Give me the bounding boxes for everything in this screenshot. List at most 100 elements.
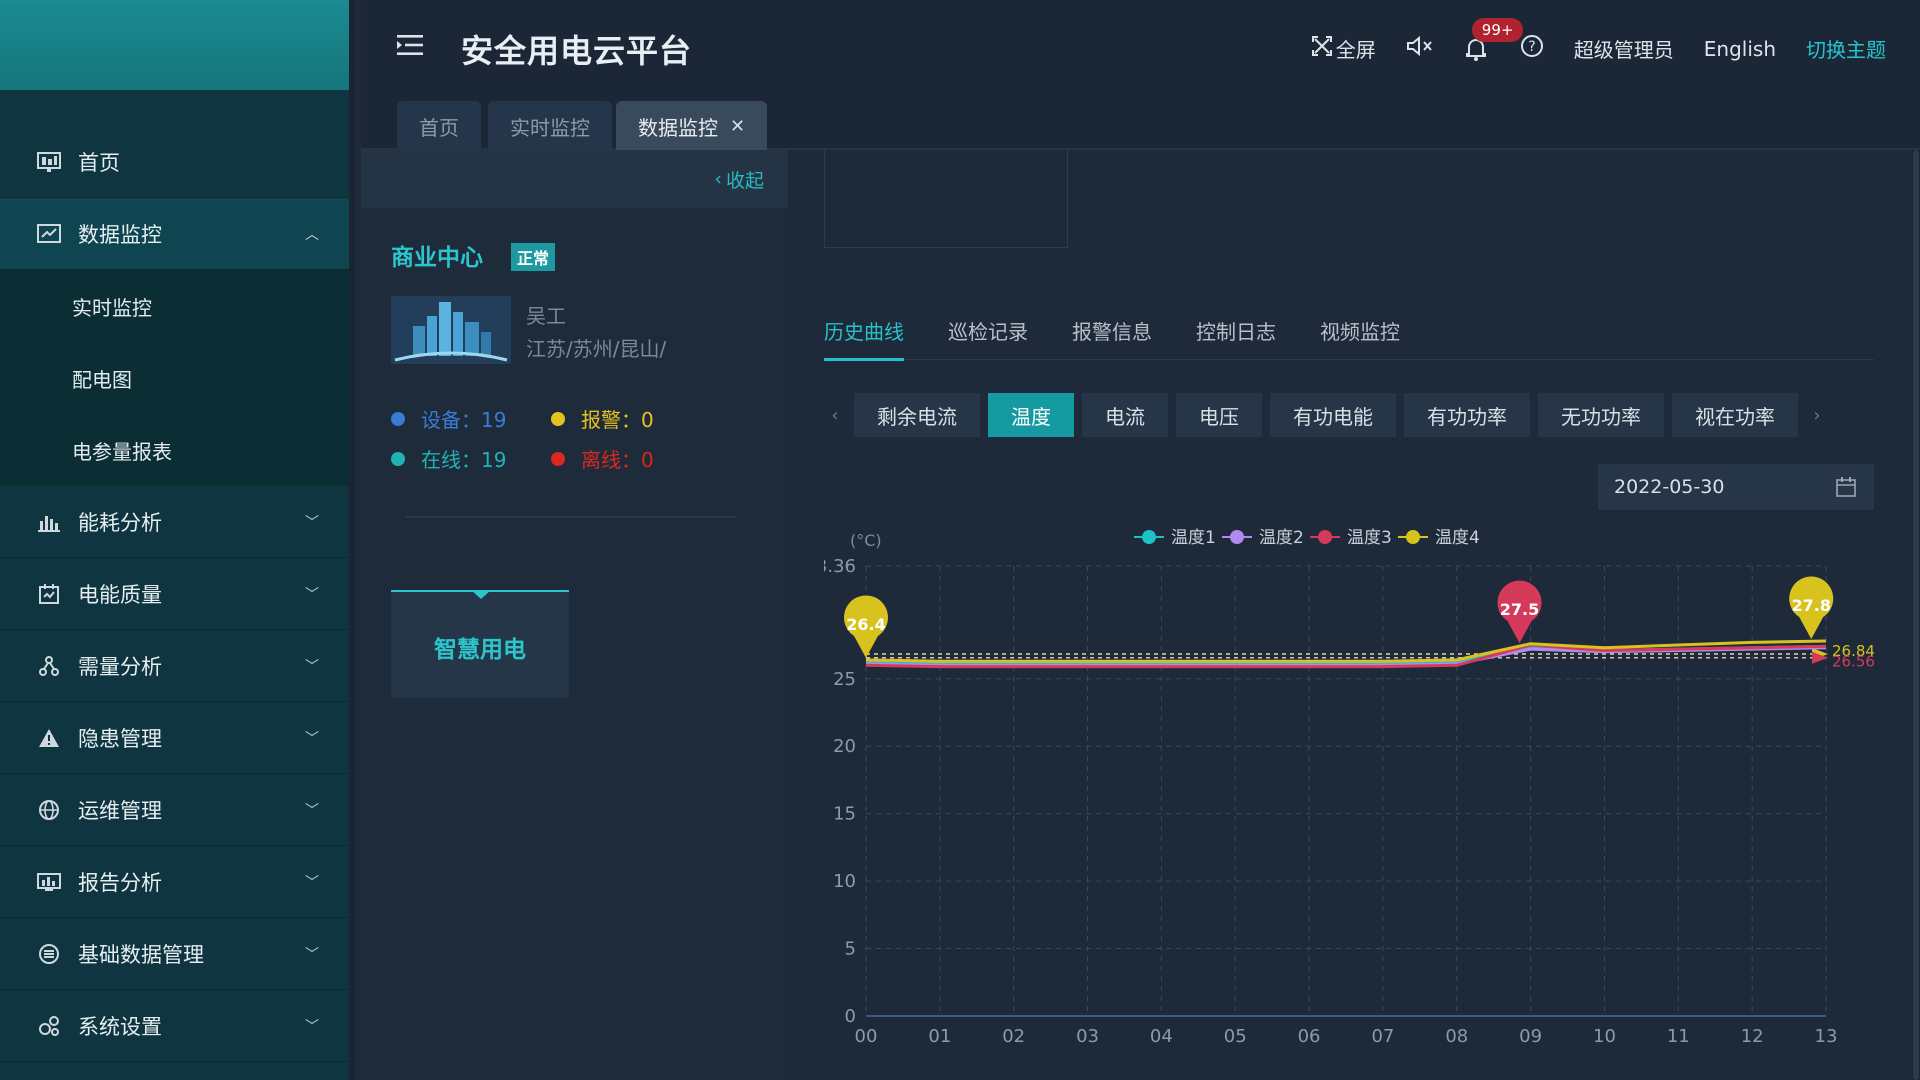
warning-icon (36, 725, 62, 751)
tab-label: 数据监控 (638, 115, 718, 140)
chevron-down-icon: ﹀ (305, 802, 319, 819)
alarm-count-label: 报警：0 (581, 408, 654, 432)
tab-label: 首页 (419, 115, 459, 140)
marker-label: 27.5 (1500, 600, 1539, 619)
chevron-down-icon: ﹀ (305, 658, 319, 675)
collapse-button[interactable]: ‹ 收起 (361, 150, 788, 208)
tab-home[interactable]: 首页 (397, 101, 481, 151)
marker-label: 26.4 (846, 615, 885, 634)
legend-label: 温度4 (1435, 528, 1480, 548)
marker-label: 27.8 (1791, 596, 1830, 615)
smart-power-label: 智慧用电 (434, 637, 526, 663)
theme-switch[interactable]: 切换主题 (1806, 34, 1886, 63)
calendar-icon (1836, 477, 1856, 497)
x-tick-label: 09 (1519, 1026, 1542, 1047)
x-tick-label: 13 (1815, 1026, 1838, 1047)
notification-button[interactable]: 99+ (1464, 17, 1524, 62)
status-dot (551, 451, 565, 466)
subtab-video[interactable]: 视频监控 (1320, 316, 1400, 360)
building-image (391, 296, 511, 364)
temperature-chart: 温度1温度2温度3温度4(°C)05101520253.360001020304… (816, 516, 1875, 1080)
nodes-icon (36, 653, 62, 679)
tab-data-monitor[interactable]: 数据监控 ✕ (616, 101, 768, 151)
chevron-left-icon: ‹ (714, 168, 722, 190)
chevron-left-icon[interactable]: ‹ (824, 405, 846, 426)
site-name: 商业中心 (391, 245, 483, 271)
subtab-inspection[interactable]: 巡检记录 (948, 316, 1028, 360)
fullscreen-icon (1311, 36, 1332, 61)
metric-temperature[interactable]: 温度 (988, 393, 1074, 437)
chart-screen-icon (36, 221, 62, 247)
x-tick-label: 10 (1593, 1026, 1616, 1047)
online-count-label: 在线：19 (421, 448, 507, 472)
scrollbar-thumb[interactable] (1913, 150, 1919, 1080)
sidebar-item-report[interactable]: 报告分析 ﹀ (0, 846, 349, 918)
sidebar-item-hazard[interactable]: 隐患管理 ﹀ (0, 702, 349, 774)
tab-realtime[interactable]: 实时监控 (488, 101, 612, 151)
page-scrollbar[interactable] (1912, 150, 1920, 1080)
video-placeholder (824, 150, 1068, 248)
user-menu[interactable]: 超级管理员 (1574, 34, 1674, 63)
chevron-down-icon: ﹀ (305, 1018, 319, 1035)
sidebar-item-data-monitor[interactable]: 数据监控 ︿ (0, 198, 349, 270)
x-tick-label: 02 (1002, 1026, 1025, 1047)
sidebar-subitem-realtime[interactable]: 实时监控 (0, 270, 349, 342)
legend-label: 温度1 (1171, 528, 1216, 548)
chevron-right-icon[interactable]: › (1806, 405, 1828, 426)
fullscreen-button[interactable]: 全屏 (1311, 34, 1376, 63)
legend-label: 温度3 (1347, 528, 1392, 548)
status-dot (391, 451, 405, 466)
monitor-icon (36, 149, 62, 175)
collapse-label: 收起 (725, 169, 764, 192)
site-location: 江苏/苏州/昆山/ (526, 337, 667, 361)
legend-marker (1318, 530, 1332, 544)
metric-reactive-power[interactable]: 无功功率 (1538, 393, 1664, 437)
date-picker[interactable]: 2022-05-30 (1598, 464, 1874, 510)
x-tick-label: 06 (1298, 1026, 1321, 1047)
device-count: 设备：19 (391, 404, 506, 433)
subtab-history[interactable]: 历史曲线 (824, 316, 904, 361)
subtab-control-log[interactable]: 控制日志 (1196, 316, 1276, 360)
header: 安全用电云平台 全屏 99+ ? 超级管理员 English 切换主题 (361, 0, 1920, 96)
sidebar-item-home[interactable]: 首页 (0, 90, 349, 198)
sidebar-subitem-distribution[interactable]: 配电图 (0, 342, 349, 414)
sidebar-subitem-report[interactable]: 电参量报表 (0, 414, 349, 486)
device-count-label: 设备：19 (421, 408, 507, 432)
sidebar-item-energy[interactable]: 能耗分析 ﹀ (0, 486, 349, 558)
fullscreen-label: 全屏 (1335, 38, 1376, 62)
contact-person: 吴工 (526, 304, 566, 328)
metric-active-power[interactable]: 有功功率 (1404, 393, 1530, 437)
bar-chart-icon (36, 509, 62, 535)
status-dot (391, 411, 405, 426)
language-switch[interactable]: English (1704, 37, 1776, 61)
chevron-down-icon: ﹀ (305, 874, 319, 891)
smart-power-card[interactable]: 智慧用电 (391, 590, 569, 698)
sidebar-item-label: 首页 (78, 150, 120, 175)
metric-current[interactable]: 电流 (1082, 393, 1168, 437)
app-title: 安全用电云平台 (461, 32, 693, 70)
header-actions: 全屏 99+ ? 超级管理员 English 切换主题 (1311, 17, 1886, 63)
metric-active-energy[interactable]: 有功电能 (1270, 393, 1396, 437)
close-icon[interactable]: ✕ (730, 116, 745, 137)
sidebar-item-label: 数据监控 (78, 222, 162, 247)
metric-residual-current[interactable]: 剩余电流 (854, 393, 980, 437)
menu-toggle-icon[interactable] (395, 30, 425, 60)
sidebar-item-settings[interactable]: 系统设置 ﹀ (0, 990, 349, 1062)
help-icon[interactable]: ? (1520, 34, 1544, 63)
mute-icon[interactable] (1406, 35, 1434, 62)
y-tick-label: 25 (833, 669, 856, 690)
date-value: 2022-05-30 (1614, 476, 1725, 498)
sidebar-item-ops[interactable]: 运维管理 ﹀ (0, 774, 349, 846)
sidebar-item-label: 需量分析 (78, 654, 162, 679)
metric-voltage[interactable]: 电压 (1176, 393, 1262, 437)
x-tick-label: 04 (1150, 1026, 1173, 1047)
subtab-alarm[interactable]: 报警信息 (1072, 316, 1152, 360)
sidebar-item-quality[interactable]: 电能质量 ﹀ (0, 558, 349, 630)
legend-label: 温度2 (1259, 528, 1304, 548)
sidebar-item-base-data[interactable]: 基础数据管理 ﹀ (0, 918, 349, 990)
sidebar-item-demand[interactable]: 需量分析 ﹀ (0, 630, 349, 702)
legend-marker (1142, 530, 1156, 544)
status-dot (551, 411, 565, 426)
sidebar: 首页 数据监控 ︿ 实时监控 配电图 电参量报表 能耗分析 ﹀ 电能质量 ﹀ 需… (0, 0, 355, 1080)
metric-apparent-power[interactable]: 视在功率 (1672, 393, 1798, 437)
